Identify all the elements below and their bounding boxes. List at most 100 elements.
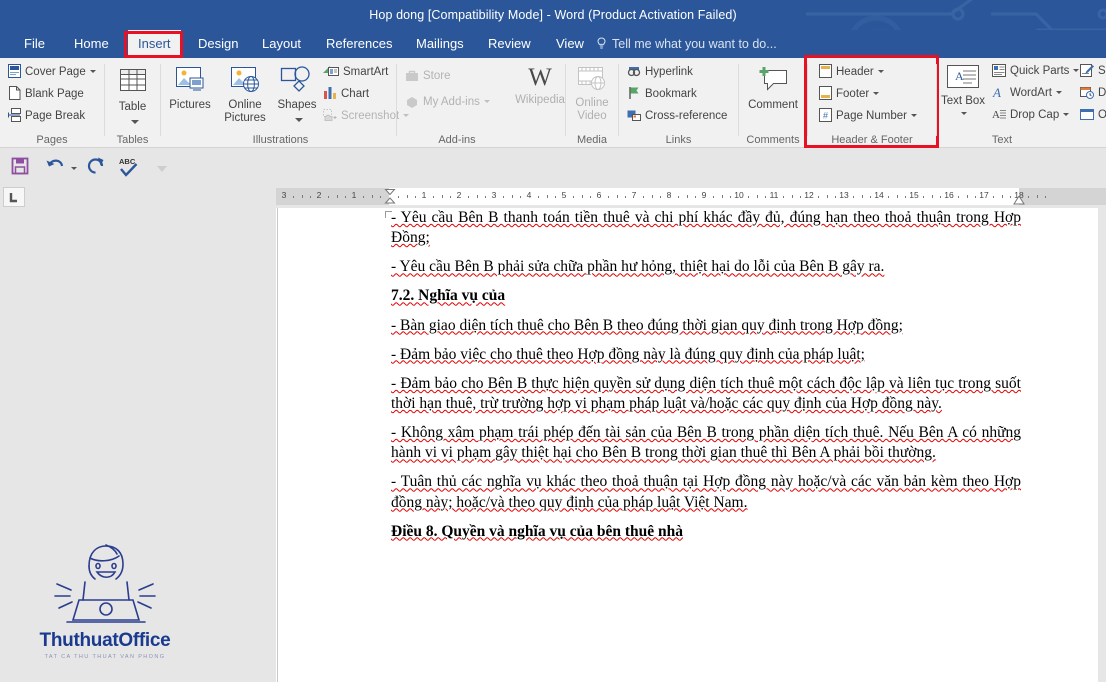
group-label-media: Media (577, 134, 607, 146)
paragraph: - Yêu cầu Bên B phải sửa chữa phần hư hỏ… (391, 258, 885, 276)
cross-reference-button[interactable]: Cross-reference (627, 108, 727, 126)
save-button[interactable] (10, 156, 30, 181)
blank-page-button[interactable]: Blank Page (8, 86, 84, 104)
chevron-down-icon[interactable] (130, 120, 139, 124)
page-break-button[interactable]: Page Break (8, 108, 85, 126)
tab-layout[interactable]: Layout (252, 30, 311, 58)
cover-page-button[interactable]: Cover Page (8, 64, 96, 82)
first-line-indent-marker[interactable] (384, 188, 396, 205)
online-pictures-label: Online Pictures (224, 99, 266, 124)
chart-icon (323, 86, 337, 104)
tab-references[interactable]: References (316, 30, 402, 58)
save-icon (11, 157, 29, 175)
chevron-down-icon[interactable] (1073, 69, 1080, 72)
wordart-button[interactable]: A WordArt (992, 85, 1062, 103)
chevron-down-icon[interactable] (910, 114, 917, 117)
ruler-number: 16 (944, 190, 954, 200)
document-page[interactable]: - Yêu cầu Bên B thanh toán tiền thuê và … (277, 208, 1098, 682)
tab-home[interactable]: Home (64, 30, 119, 58)
smartart-button[interactable]: SmartArt (323, 64, 388, 82)
ruler-number: 5 (561, 190, 567, 200)
hyperlink-button[interactable]: Hyperlink (627, 64, 693, 82)
table-label: Table (118, 101, 147, 113)
ruler-dot (450, 196, 452, 198)
ruler-dot (677, 196, 679, 198)
undo-button[interactable] (45, 156, 77, 181)
chevron-down-icon[interactable] (1055, 91, 1062, 94)
wordart-icon: A (992, 85, 1006, 103)
pictures-label: Pictures (169, 99, 211, 111)
chevron-down-icon[interactable] (873, 92, 880, 95)
document-body[interactable]: - Yêu cầu Bên B thanh toán tiền thuê và … (391, 208, 1021, 551)
text-box-button[interactable]: A Text Box (940, 64, 986, 120)
right-indent-marker[interactable] (1013, 196, 1025, 205)
cover-page-icon (8, 64, 21, 82)
page-number-button[interactable]: # Page Number (819, 108, 917, 126)
store-button[interactable]: Store (405, 69, 451, 86)
header-button[interactable]: Header (819, 64, 884, 82)
ribbon-group-tables: Table Tables (105, 58, 160, 148)
bookmark-button[interactable]: Bookmark (627, 86, 697, 104)
header-icon (819, 64, 832, 82)
chevron-down-icon[interactable] (877, 70, 884, 73)
ruler-tick (826, 195, 828, 198)
person-at-laptop-icon (54, 544, 156, 623)
online-video-label: Online Video (575, 97, 609, 122)
ruler-dot (467, 196, 469, 198)
svg-text:A: A (955, 69, 964, 83)
chevron-down-icon[interactable] (1063, 113, 1070, 116)
cross-reference-icon (627, 108, 641, 126)
word-application-window: Hop dong [Compatibility Mode] - Word (Pr… (0, 0, 1106, 682)
tab-mailings[interactable]: Mailings (406, 30, 474, 58)
signature-line-button[interactable]: Sig (1080, 64, 1106, 81)
tab-stop-selector[interactable] (3, 187, 25, 207)
ruler-dot (1027, 196, 1029, 198)
quick-parts-button[interactable]: Quick Parts (992, 64, 1080, 81)
chevron-down-icon[interactable] (71, 167, 77, 170)
paragraph: - Tuân thủ các nghĩa vụ khác theo thoả t… (391, 473, 1021, 511)
ruler-dot (905, 196, 907, 198)
tab-file[interactable]: File (14, 30, 55, 58)
chevron-down-icon[interactable] (295, 118, 303, 122)
ruler-number: 4 (526, 190, 532, 200)
online-video-button[interactable]: Online Video (566, 66, 618, 123)
tab-insert[interactable]: Insert (128, 30, 181, 58)
chevron-down-icon[interactable] (961, 112, 967, 115)
ruler-dot (537, 196, 539, 198)
ruler-number: 10 (734, 190, 744, 200)
horizontal-ruler[interactable]: 3 2 1 1 2 3 4 5 6 7 8 9 10 11 12 13 14 15 16 17 18 (276, 188, 1106, 205)
tab-view[interactable]: View (546, 30, 594, 58)
chevron-down-icon[interactable] (89, 70, 96, 73)
chart-button[interactable]: Chart (323, 86, 369, 104)
ruler-dot (1045, 196, 1047, 198)
date-time-button[interactable]: Dat (1080, 86, 1106, 103)
ruler-tick (651, 195, 653, 198)
spelling-check-button[interactable]: ABC (118, 156, 140, 183)
my-addins-button[interactable]: My Add-ins (405, 95, 490, 112)
object-button[interactable]: Obj (1080, 108, 1106, 125)
shapes-button[interactable]: Shapes (273, 66, 321, 127)
table-icon (105, 66, 160, 99)
customize-qat-button[interactable] (156, 160, 168, 178)
new-comment-button[interactable]: Comment (739, 66, 807, 111)
ruler-dot (572, 196, 574, 198)
tab-review[interactable]: Review (478, 30, 541, 58)
footer-button[interactable]: Footer (819, 86, 880, 104)
redo-button[interactable] (86, 156, 106, 181)
quick-access-toolbar: ABC (0, 148, 1106, 186)
online-pictures-button[interactable]: Online Pictures (218, 66, 272, 125)
ruler-dot (817, 196, 819, 198)
thuthuatoffice-watermark: ThuthuatOffice TAT CA THU THUAT VAN PHON… (30, 538, 180, 660)
pictures-button[interactable]: Pictures (163, 66, 217, 111)
tell-me-search[interactable]: Tell me what you want to do... (596, 30, 777, 58)
ruler-dot (380, 196, 382, 198)
blank-page-icon (8, 86, 21, 104)
wikipedia-button[interactable]: W Wikipedia (515, 64, 565, 106)
svg-text:#: # (823, 111, 828, 121)
chevron-down-icon[interactable] (483, 100, 490, 103)
tab-design[interactable]: Design (188, 30, 248, 58)
screenshot-icon (323, 108, 337, 126)
table-button[interactable]: Table (105, 66, 160, 129)
drop-cap-button[interactable]: A Drop Cap (992, 108, 1070, 125)
page-break-icon (8, 108, 21, 126)
